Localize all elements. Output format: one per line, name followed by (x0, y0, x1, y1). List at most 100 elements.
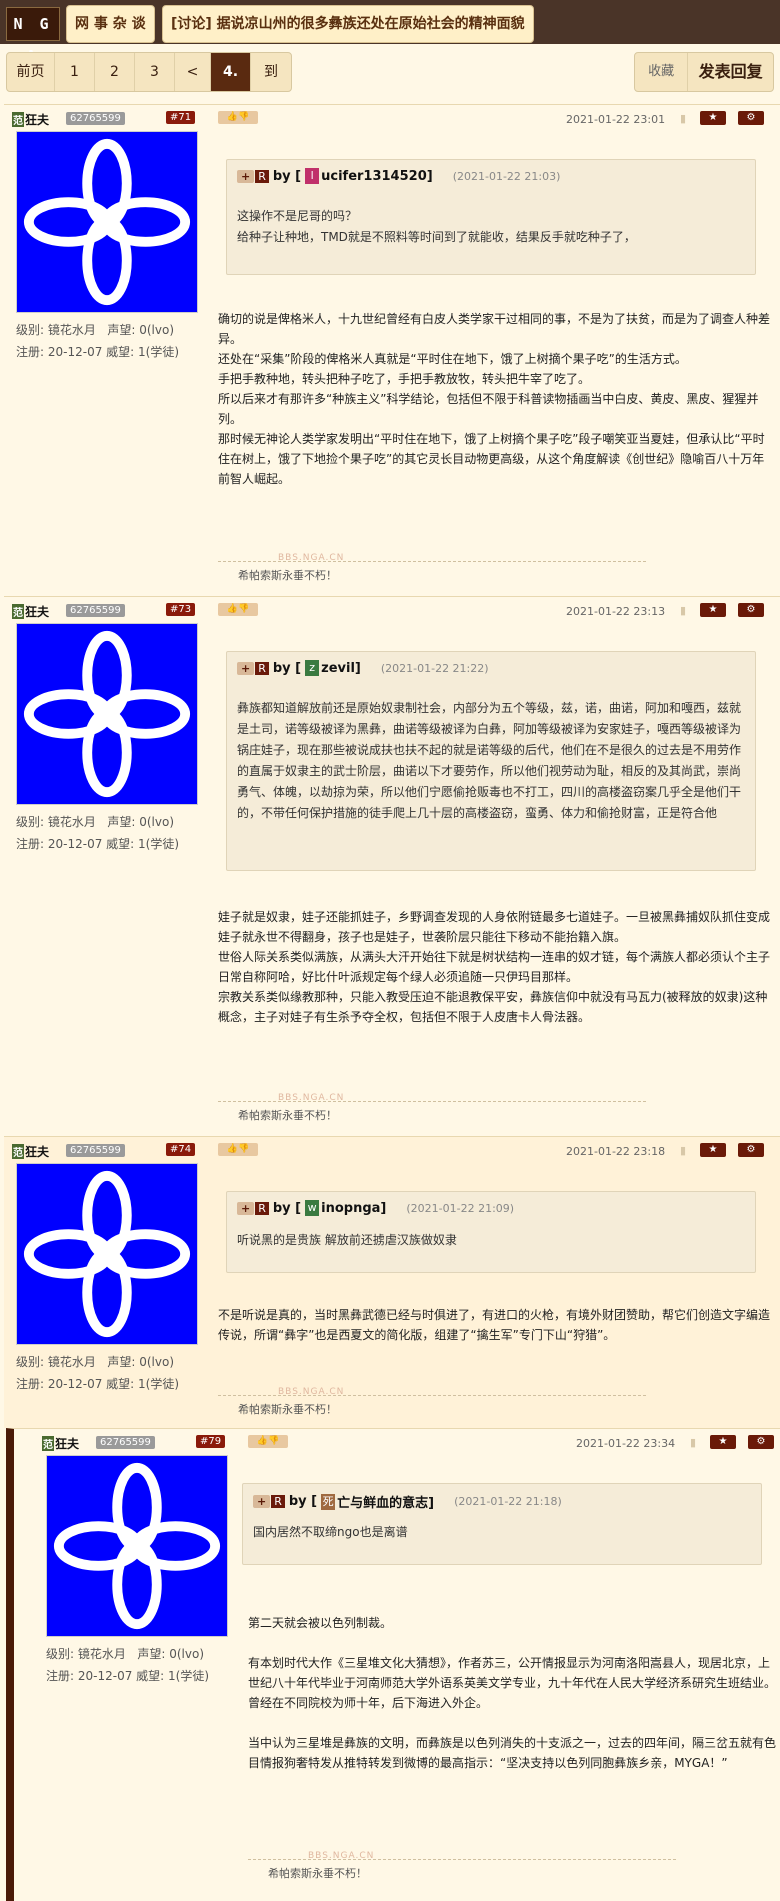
bookmark-icon[interactable]: ▮ (680, 604, 686, 617)
fame-value: 0(lvo) (139, 815, 174, 829)
quote-r-badge: R (255, 169, 269, 183)
quote-by-label: by [ (272, 1200, 302, 1216)
page-1-button[interactable]: 1 (55, 53, 95, 91)
quote-date: (2021-01-22 21:22) (380, 661, 489, 675)
like-dislike-buttons[interactable]: 👍👎 (218, 111, 258, 124)
quote-line: 听说黑的是贵族 解放前还掳虐汉族做奴隶 (237, 1233, 457, 1247)
quote-username[interactable]: inopnga] (321, 1201, 386, 1216)
fame-value: 0(lvo) (139, 1355, 174, 1369)
prestige-label: 威望: (106, 837, 135, 851)
signature-site: BBS.NGA.CN (308, 1851, 375, 1861)
bookmark-icon[interactable]: ▮ (690, 1436, 696, 1449)
fan-badge: 范 (12, 1144, 24, 1159)
user-id-badge[interactable]: 62765599 (96, 1436, 155, 1449)
quote-expand-button[interactable]: + (253, 1495, 271, 1508)
gear-icon[interactable]: ⚙ (738, 603, 764, 617)
signature-site: BBS.NGA.CN (278, 1387, 345, 1397)
signature-text: 希帕索斯永垂不朽！ (238, 1403, 337, 1416)
post-body-line: 还处在“采集”阶段的俾格米人真就是“平时住在地下，饿了上树摘个果子吃”的生活方式… (218, 352, 687, 366)
username[interactable]: 范狂夫 (12, 111, 49, 128)
user-id-badge[interactable]: 62765599 (66, 1144, 125, 1157)
quote-body: 彝族都知道解放前还是原始奴隶制社会，内部分为五个等级，兹，诺，曲诺，阿加和嘎西，… (237, 698, 743, 824)
post-body-line: 宗教关系类似缘教那种，只能入教受压迫不能退教保平安，彝族信仰中就没有马瓦力(被释… (218, 990, 768, 1024)
breadcrumb-forum[interactable]: 网 事 杂 谈 (66, 5, 155, 43)
quote-expand-button[interactable]: + (237, 661, 255, 675)
level-label: 级别: (46, 1647, 75, 1661)
user-info: 级别: 镜花水月 声望: 0(lvo) 注册: 20-12-07 威望: 1(学徒… (16, 319, 179, 363)
fan-badge: 范 (12, 604, 24, 619)
page-3-button[interactable]: 3 (135, 53, 175, 91)
quote-r-badge: R (271, 1495, 285, 1508)
quote-header: + Rby [l ucifer1314520] (2021-01-22 21:03) (237, 168, 560, 184)
quote-avatar-icon: z (305, 660, 320, 676)
floor-number[interactable]: #71 (166, 111, 196, 124)
avatar[interactable] (46, 1455, 228, 1637)
post-body-line: 那时候无神论人类学家发明出“平时住在地下，饿了上树摘个果子吃”段子嘲笑亚当夏娃，… (218, 432, 765, 486)
quote-username[interactable]: ucifer1314520] (321, 169, 433, 184)
star-icon[interactable]: ★ (700, 603, 726, 617)
quote-r-badge: R (255, 1201, 269, 1215)
back-page-button[interactable]: < (175, 53, 211, 91)
user-panel: 范狂夫 62765599 #74 级别: 镜花水月 声望: 0(lvo) 注册: 20-… (4, 1137, 204, 1428)
post-date: 2021-01-22 23:01 (566, 113, 666, 126)
signature-site: BBS.NGA.CN (278, 1093, 345, 1103)
reply-button[interactable]: 发表回复 (688, 53, 773, 91)
gear-icon[interactable]: ⚙ (738, 1143, 764, 1157)
floor-number[interactable]: #79 (196, 1435, 226, 1448)
floor-number[interactable]: #73 (166, 603, 196, 616)
like-dislike-buttons[interactable]: 👍👎 (218, 603, 258, 616)
quote-date: (2021-01-22 21:09) (406, 1201, 515, 1215)
post-floor: 范狂夫 62765599 #71 级别: 镜花水月 声望: 0(lvo) 注册: 20-… (4, 104, 780, 596)
quote-line: 国内居然不取缔ngo也是离谱 (253, 1525, 408, 1539)
post-body-line: 不是听说是真的，当时黑彝武德已经与时俱进了，有进口的火枪，有境外财团赞助，帮它们… (218, 1308, 771, 1342)
level-value: 镜花水月 (47, 323, 96, 337)
reg-label: 注册: (16, 1377, 45, 1391)
quote-username[interactable]: zevil] (321, 661, 361, 676)
username[interactable]: 范狂夫 (42, 1435, 79, 1452)
bookmark-icon[interactable]: ▮ (680, 112, 686, 125)
thread-actions: 收藏 发表回复 (634, 52, 774, 92)
user-id-badge[interactable]: 62765599 (66, 604, 125, 617)
quote-date: (2021-01-22 21:18) (454, 1495, 562, 1508)
bookmark-icon[interactable]: ▮ (680, 1144, 686, 1157)
like-dislike-buttons[interactable]: 👍👎 (218, 1143, 258, 1156)
quote-expand-button[interactable]: + (237, 1201, 255, 1215)
user-panel: 范狂夫 62765599 #71 级别: 镜花水月 声望: 0(lvo) 注册: 20-… (4, 105, 204, 596)
avatar-flower-icon (23, 1170, 191, 1338)
quote-header: + Rby [死亡与鲜血的意志] (2021-01-22 21:18) (253, 1492, 562, 1511)
favorite-button[interactable]: 收藏 (635, 53, 689, 91)
avatar[interactable] (16, 1163, 198, 1345)
user-id-badge[interactable]: 62765599 (66, 112, 125, 125)
reg-date: 20-12-07 (47, 1377, 103, 1391)
username[interactable]: 范狂夫 (12, 1143, 49, 1160)
avatar[interactable] (16, 623, 198, 805)
like-dislike-buttons[interactable]: 👍👎 (248, 1435, 288, 1448)
star-icon[interactable]: ★ (700, 1143, 726, 1157)
username-text: 狂夫 (25, 1145, 50, 1159)
floor-number[interactable]: #74 (166, 1143, 196, 1156)
page-2-button[interactable]: 2 (95, 53, 135, 91)
gear-icon[interactable]: ⚙ (748, 1435, 774, 1449)
goto-page-button[interactable]: 到 (251, 53, 291, 91)
prev-page-button[interactable]: 前页 (7, 53, 55, 91)
username[interactable]: 范狂夫 (12, 603, 49, 620)
avatar[interactable] (16, 131, 198, 313)
reg-label: 注册: (16, 345, 45, 359)
quote-block: + Rby [z zevil] (2021-01-22 21:22) 彝族都知道解放前还… (226, 651, 756, 871)
signature-text: 希帕索斯永垂不朽！ (238, 1109, 337, 1122)
quote-line: 这操作不是尼哥的吗？ (237, 209, 358, 223)
quote-expand-button[interactable]: + (237, 169, 255, 183)
prestige-label: 威望: (106, 345, 135, 359)
gear-icon[interactable]: ⚙ (738, 111, 764, 125)
star-icon[interactable]: ★ (700, 111, 726, 125)
reg-label: 注册: (46, 1669, 75, 1683)
fan-badge: 范 (42, 1436, 54, 1451)
nga-logo[interactable]: N G A (6, 7, 60, 65)
user-info: 级别: 镜花水月 声望: 0(lvo) 注册: 20-12-07 威望: 1(学徒… (16, 811, 179, 855)
post-body-line: 第二天就会被以色列制裁。 (248, 1616, 393, 1630)
prestige-label: 威望: (106, 1377, 135, 1391)
quote-username[interactable]: 亡与鲜血的意志] (337, 1492, 434, 1511)
level-label: 级别: (16, 323, 45, 337)
star-icon[interactable]: ★ (710, 1435, 736, 1449)
breadcrumb-thread[interactable]: [讨论] 据说凉山州的很多彝族还处在原始社会的精神面貌 (162, 5, 534, 43)
